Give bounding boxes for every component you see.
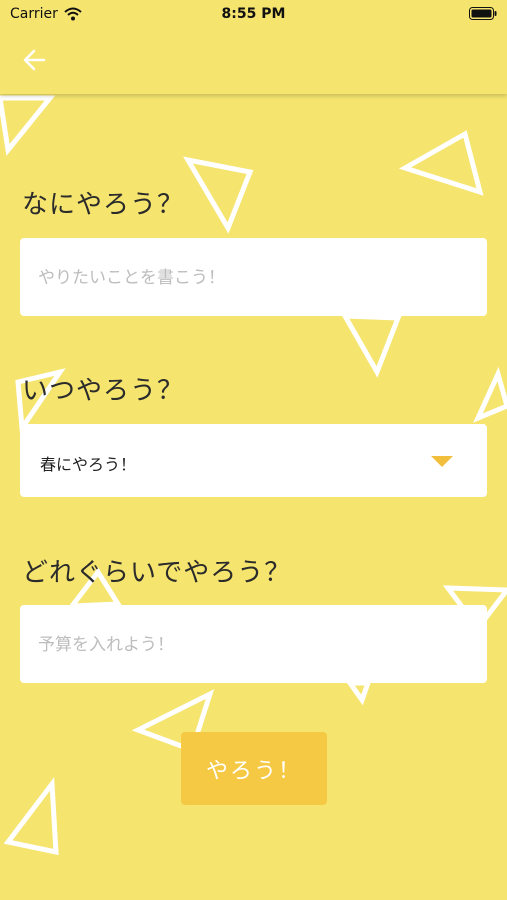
when-label: いつやろう？ xyxy=(22,376,185,406)
dropdown-arrow-icon xyxy=(431,456,453,467)
arrow-left-icon xyxy=(23,49,46,71)
budget-input[interactable] xyxy=(36,605,460,685)
budget-input-card xyxy=(20,605,487,685)
submit-button[interactable]: やろう！ xyxy=(181,732,327,805)
when-select[interactable]: 春にやろう！ xyxy=(20,424,487,497)
back-button[interactable] xyxy=(20,46,50,74)
what-input[interactable] xyxy=(36,238,460,318)
what-input-card xyxy=(20,238,487,318)
battery-icon xyxy=(469,7,497,20)
clock-time: 8:55 PM xyxy=(221,6,286,22)
status-bar: Carrier 8:55 PM xyxy=(0,0,507,30)
what-label: なにやろう？ xyxy=(22,190,185,220)
when-selected-value: 春にやろう！ xyxy=(40,455,137,474)
budget-label: どれぐらいでやろう？ xyxy=(22,558,292,588)
